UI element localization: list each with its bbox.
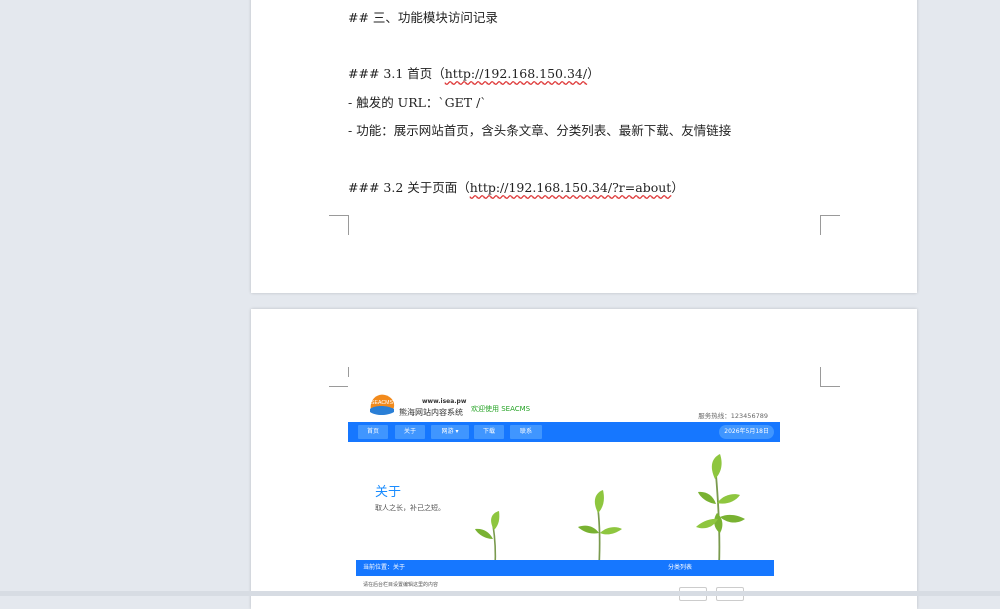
section-3-1-url[interactable]: http://192.168.150.34/ xyxy=(445,66,587,81)
section-3-2-url[interactable]: http://192.168.150.34/?r=about xyxy=(470,180,672,195)
seacms-logo-icon: SEACMS xyxy=(370,394,395,415)
banner-subtitle: 取人之长，补己之短。 xyxy=(375,504,445,512)
section-3-1-heading: ### 3.1 首页（http://192.168.150.34/） xyxy=(348,63,600,82)
sprout-medium-icon xyxy=(578,490,622,568)
site-nav-bar: 首页 关于 网游 ▾ 下载 联系 2026年5月18日 xyxy=(348,422,780,442)
sprout-tall-icon xyxy=(696,454,745,568)
section-3-1-prefix: ### 3.1 首页（ xyxy=(348,66,445,81)
site-name: 熊海网站内容系统 xyxy=(399,408,463,417)
heading-modules: ## 三、功能模块访问记录 xyxy=(348,10,498,25)
service-hotline: 服务热线：123456789 xyxy=(698,412,768,420)
breadcrumb: 当前位置：关于 xyxy=(356,560,664,576)
section-3-2-heading: ### 3.2 关于页面（http://192.168.150.34/?r=ab… xyxy=(348,177,684,196)
date-badge: 2026年5月18日 xyxy=(719,425,774,439)
function-line: - 功能：展示网站首页，含头条文章、分类列表、最新下载、友情链接 xyxy=(348,123,732,138)
welcome-text: 欢迎使用 SEACMS xyxy=(471,405,531,413)
about-body-text: 请在后台栏目设置编辑这里的内容 xyxy=(363,582,439,588)
section-3-2-prefix: ### 3.2 关于页面（ xyxy=(348,180,470,195)
section-3-2-suffix: ） xyxy=(671,180,684,195)
document-page-2: SEACMS www.isea.pw 熊海网站内容系统 欢迎使用 SEACMS … xyxy=(251,309,917,609)
sidebar-category-title: 分类列表 xyxy=(662,560,774,576)
embedded-website-screenshot: SEACMS www.isea.pw 熊海网站内容系统 欢迎使用 SEACMS … xyxy=(348,377,780,607)
nav-contact[interactable]: 联系 xyxy=(510,425,542,439)
margin-corner-mark xyxy=(820,367,840,387)
document-page-1: ## 三、功能模块访问记录 ### 3.1 首页（http://192.168.… xyxy=(251,0,917,293)
nav-about[interactable]: 关于 xyxy=(395,425,425,439)
logo-text: SEACMS xyxy=(371,400,393,406)
bottom-status-strip xyxy=(0,591,1000,596)
section-3-1-suffix: ） xyxy=(587,66,600,81)
trigger-url-line: - 触发的 URL：`GET /` xyxy=(348,95,487,110)
site-domain: www.isea.pw xyxy=(422,398,467,405)
plant-sprouts-illustration xyxy=(475,454,745,568)
nav-home[interactable]: 首页 xyxy=(358,425,388,439)
margin-corner-mark xyxy=(329,367,349,387)
nav-games-dropdown[interactable]: 网游 ▾ xyxy=(431,425,469,439)
banner-title: 关于 xyxy=(375,485,402,500)
margin-corner-mark xyxy=(820,215,840,235)
sprout-small-icon xyxy=(475,511,500,568)
margin-corner-mark xyxy=(329,215,349,235)
nav-download[interactable]: 下载 xyxy=(474,425,504,439)
